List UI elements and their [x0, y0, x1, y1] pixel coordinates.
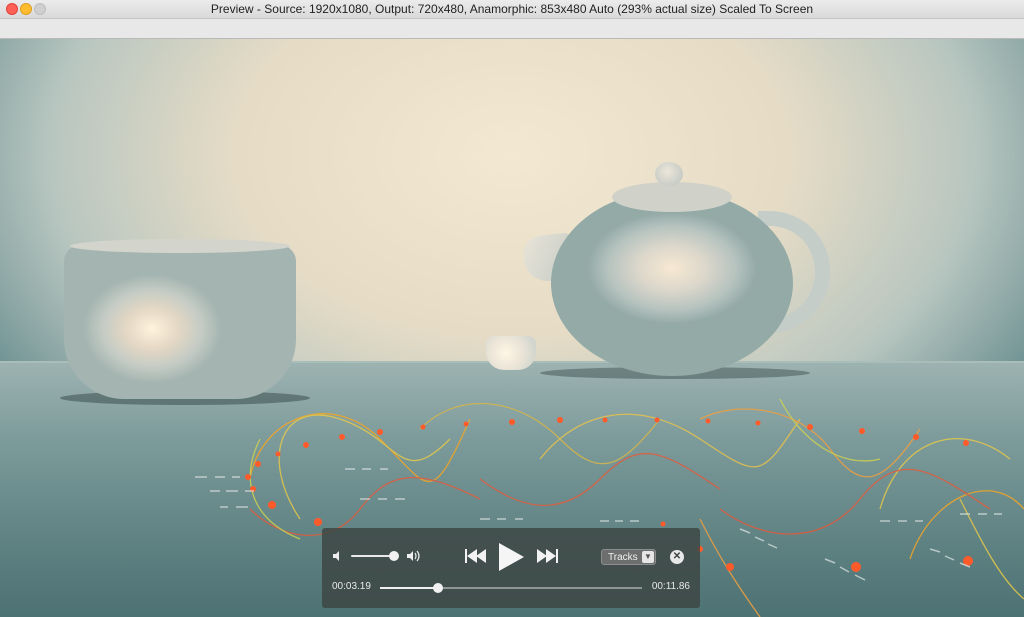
window-title: Preview - Source: 1920x1080, Output: 720…: [210, 2, 814, 16]
fast-forward-icon[interactable]: [536, 548, 558, 564]
progress-fill: [380, 587, 438, 589]
rewind-icon[interactable]: [465, 548, 487, 564]
current-time: 00:03.19: [332, 581, 371, 592]
title-bar: Preview - Source: 1920x1080, Output: 720…: [0, 0, 1024, 19]
preview-window: Preview - Source: 1920x1080, Output: 720…: [0, 0, 1024, 617]
tracks-label: Tracks: [608, 552, 638, 563]
progress-bar[interactable]: [380, 583, 642, 593]
total-time: 00:11.86: [651, 581, 690, 592]
playback-controls: Tracks ▼ ✕ 00:03.19 00:11.86: [322, 528, 700, 608]
close-icon[interactable]: ✕: [670, 550, 684, 564]
volume-low-icon[interactable]: [332, 550, 344, 562]
chevron-down-icon: ▼: [642, 551, 654, 563]
tracks-dropdown[interactable]: Tracks ▼: [601, 549, 656, 565]
volume-slider-knob[interactable]: [389, 551, 400, 561]
toolbar-strip: [0, 19, 1024, 39]
progress-knob[interactable]: [432, 583, 443, 593]
volume-high-icon[interactable]: [406, 548, 422, 564]
play-icon[interactable]: [496, 542, 526, 572]
